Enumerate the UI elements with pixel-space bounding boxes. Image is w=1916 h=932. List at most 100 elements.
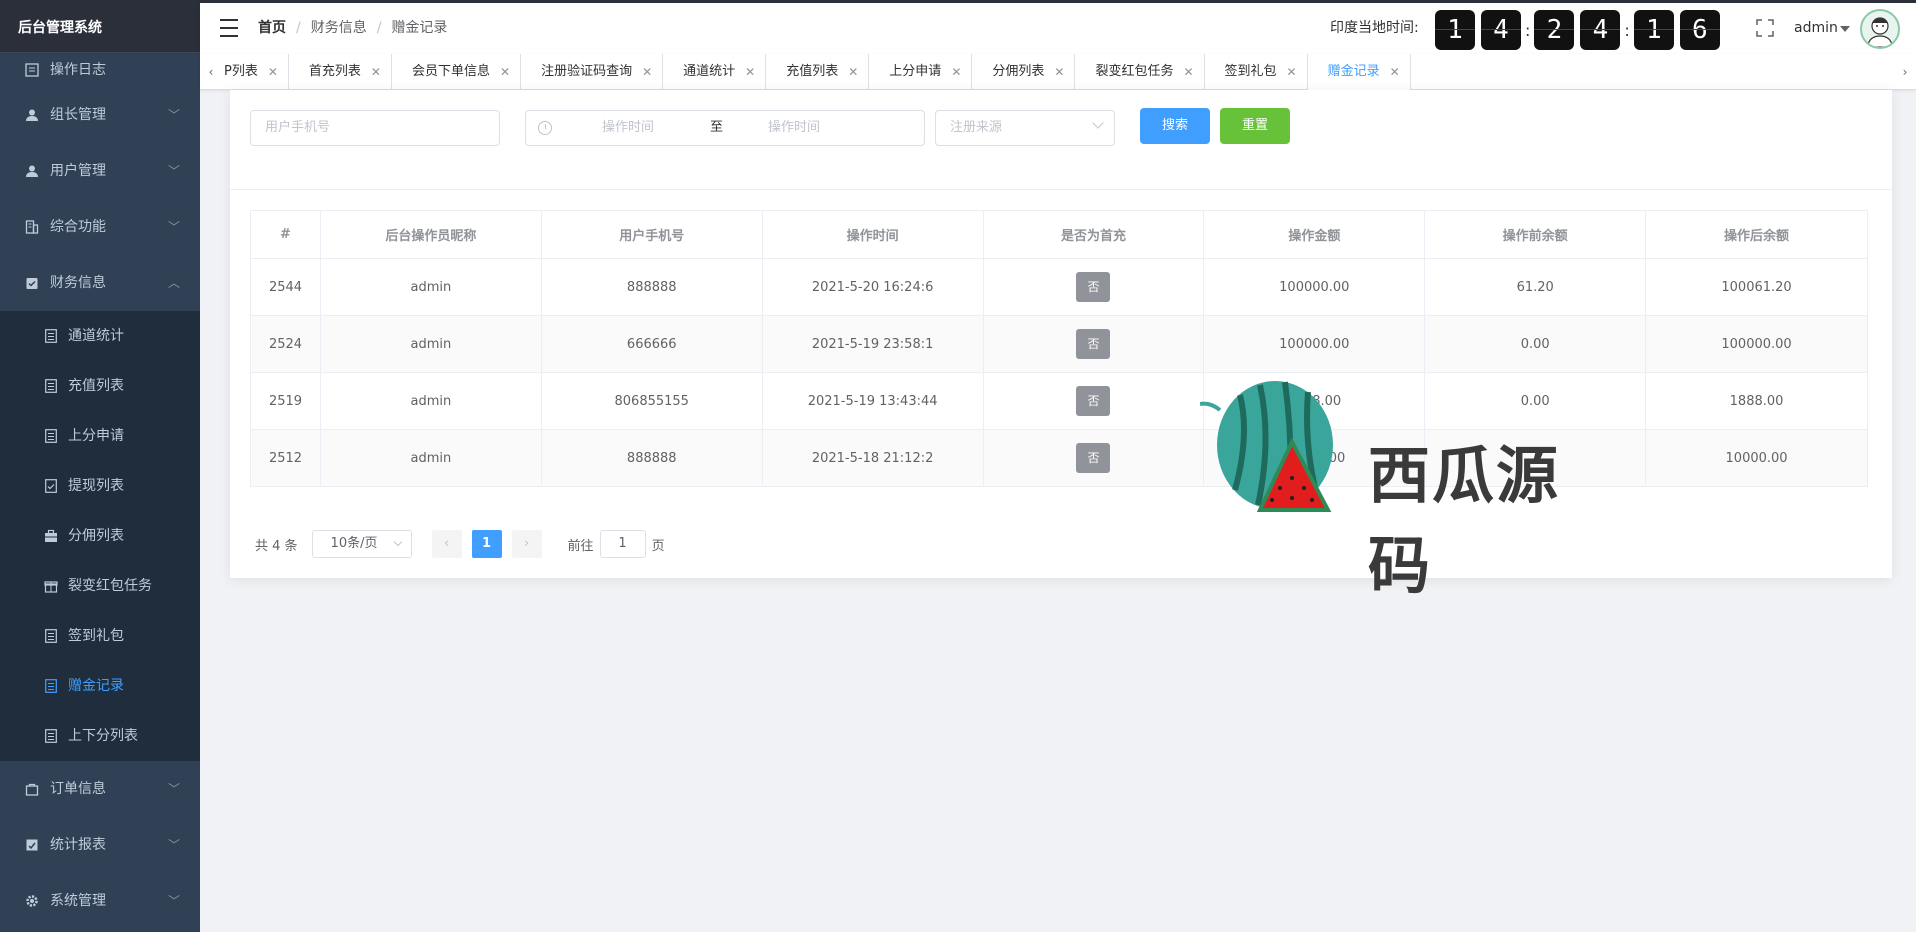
sidebar-item-system[interactable]: 系统管理 ﹀ <box>0 873 200 929</box>
start-time-input[interactable]: 操作时间 <box>602 111 654 145</box>
tabs-scroll-left-icon[interactable]: ‹ <box>200 54 222 90</box>
sidebar-item-finance[interactable]: 财务信息 ︿ <box>0 255 200 311</box>
tab-signin-gift[interactable]: 签到礼包 ✕ <box>1205 54 1308 90</box>
close-icon[interactable]: ✕ <box>951 54 961 90</box>
gear-icon <box>24 893 40 909</box>
hamburger-menu-icon[interactable] <box>220 19 238 37</box>
column-header: 后台操作员昵称 <box>319 210 542 259</box>
tab-p-list[interactable]: P列表 ✕ <box>222 54 289 90</box>
chevron-down-icon: ﹀ <box>167 164 180 178</box>
close-icon[interactable]: ✕ <box>1183 54 1193 90</box>
cell-operator: admin <box>319 258 542 316</box>
sidebar-subitem-channel-stats[interactable]: 通道统计 <box>0 311 200 361</box>
clock-colon: : <box>1525 20 1531 40</box>
tab-channel-stats[interactable]: 通道统计 ✕ <box>663 54 767 90</box>
sidebar-item-label: 统计报表 <box>50 837 106 853</box>
user-icon <box>24 163 40 179</box>
sidebar-item-leader-management[interactable]: 组长管理 ﹀ <box>0 87 200 143</box>
sidebar-subitem-commission-list[interactable]: 分佣列表 <box>0 511 200 561</box>
sidebar-subitem-score-list[interactable]: 上下分列表 <box>0 711 200 761</box>
tab-first-recharge-list[interactable]: 首充列表 ✕ <box>289 54 392 90</box>
reset-button[interactable]: 重置 <box>1220 108 1290 144</box>
sidebar-subitem-red-packet-task[interactable]: 裂变红包任务 <box>0 561 200 611</box>
clock-digit: 2 <box>1534 10 1575 50</box>
sidebar-item-orders[interactable]: 订单信息 ﹀ <box>0 761 200 817</box>
close-icon[interactable]: ✕ <box>371 54 381 90</box>
sidebar-item-label: 系统管理 <box>50 893 106 909</box>
close-icon[interactable]: ✕ <box>268 54 278 90</box>
close-icon[interactable]: ✕ <box>1390 54 1400 90</box>
cell-amount: 100000.00 <box>1203 315 1426 373</box>
log-icon <box>24 62 40 78</box>
close-icon[interactable]: ✕ <box>642 54 652 90</box>
tab-score-apply[interactable]: 上分申请 ✕ <box>869 54 973 90</box>
close-icon[interactable]: ✕ <box>848 54 858 90</box>
tabs-container: P列表 ✕ 首充列表 ✕ 会员下单信息 ✕ 注册验证码查询 ✕ 通道统计 ✕ 充值列表 ✕ … <box>222 54 1894 90</box>
sidebar-subitem-label: 上分申请 <box>68 428 124 444</box>
sidebar-subitem-label: 裂变红包任务 <box>68 578 152 594</box>
tab-red-packet-task[interactable]: 裂变红包任务 ✕ <box>1075 54 1205 90</box>
tabs-scroll-right-icon[interactable]: › <box>1894 54 1916 90</box>
tab-bonus-record[interactable]: 赠金记录 ✕ <box>1307 54 1411 90</box>
column-header: 操作后余额 <box>1645 210 1868 259</box>
chevron-down-icon: ﹀ <box>167 108 180 122</box>
cell-first-recharge: 否 <box>982 315 1205 373</box>
cell-time: 2021-5-19 13:43:44 <box>761 372 984 430</box>
prev-page-button[interactable]: ‹ <box>431 530 462 558</box>
operation-time-range[interactable]: 操作时间 至 操作时间 <box>525 110 925 146</box>
close-icon[interactable]: ✕ <box>500 54 510 90</box>
sidebar-item-operation-log[interactable]: 操作日志 <box>0 53 200 87</box>
breadcrumb-separator: / <box>296 20 301 36</box>
goto-page-input[interactable]: 1 <box>599 530 646 558</box>
close-icon[interactable]: ✕ <box>1287 54 1297 90</box>
cell-id: 2519 <box>250 372 321 430</box>
sidebar-item-label: 组长管理 <box>50 107 106 123</box>
cell-time: 2021-5-19 23:58:1 <box>761 315 984 373</box>
chevron-down-icon: ﹀ <box>167 838 180 852</box>
app-title[interactable]: 后台管理系统 <box>0 3 200 53</box>
briefcase-icon <box>44 528 58 544</box>
chevron-down-icon <box>393 537 402 547</box>
tab-commission-list[interactable]: 分佣列表 ✕ <box>972 54 1076 90</box>
tab-member-orders[interactable]: 会员下单信息 ✕ <box>392 54 522 90</box>
sidebar-subitem-withdraw-list[interactable]: 提现列表 <box>0 461 200 511</box>
clock-digit: 6 <box>1679 10 1720 50</box>
sidebar-item-user-management[interactable]: 用户管理 ﹀ <box>0 143 200 199</box>
table-row: 2544 admin 888888 2021-5-20 16:24:6 否 10… <box>250 258 1868 316</box>
first-recharge-tag: 否 <box>1076 443 1111 473</box>
tab-label: 分佣列表 <box>992 64 1045 79</box>
page-size-select[interactable]: 10条/页 <box>311 530 412 558</box>
caret-down-icon[interactable] <box>1840 26 1850 32</box>
breadcrumb-home[interactable]: 首页 <box>258 3 286 54</box>
close-icon[interactable]: ✕ <box>745 54 755 90</box>
user-name[interactable]: admin <box>1794 3 1838 54</box>
cell-amount: 100000.00 <box>1203 258 1426 316</box>
search-button[interactable]: 搜索 <box>1140 108 1210 144</box>
sidebar-subitem-bonus-record[interactable]: 赠金记录 <box>0 661 200 711</box>
end-time-input[interactable]: 操作时间 <box>768 111 820 145</box>
register-source-select[interactable]: 注册来源 <box>935 110 1115 146</box>
sidebar-item-general[interactable]: 综合功能 ﹀ <box>0 199 200 255</box>
sidebar-subitem-recharge-list[interactable]: 充值列表 <box>0 361 200 411</box>
cell-before: 61.20 <box>1424 258 1647 316</box>
main-card: 用户手机号 操作时间 至 操作时间 注册来源 搜索 重置 # 后台操作员昵称 用… <box>230 90 1892 578</box>
avatar[interactable] <box>1860 9 1900 49</box>
cell-operator: admin <box>319 372 542 430</box>
next-page-button[interactable]: › <box>511 530 542 558</box>
cell-phone: 666666 <box>540 315 763 373</box>
tab-recharge-list[interactable]: 充值列表 ✕ <box>766 54 870 90</box>
column-header: 是否为首充 <box>982 210 1205 259</box>
close-icon[interactable]: ✕ <box>1054 54 1064 90</box>
sidebar-item-stats-report[interactable]: 统计报表 ﹀ <box>0 817 200 873</box>
tab-register-code-query[interactable]: 注册验证码查询 ✕ <box>521 54 664 90</box>
sidebar-subitem-signin-gift[interactable]: 签到礼包 <box>0 611 200 661</box>
fullscreen-icon[interactable] <box>1756 19 1774 37</box>
column-header: # <box>250 210 321 259</box>
phone-input[interactable]: 用户手机号 <box>250 110 500 146</box>
breadcrumb-separator: / <box>376 20 382 36</box>
page-number-button[interactable]: 1 <box>471 530 502 558</box>
breadcrumb: 首页 / 财务信息 / 赠金记录 <box>258 3 447 54</box>
breadcrumb-finance: 财务信息 <box>310 20 367 36</box>
sidebar-subitem-score-apply[interactable]: 上分申请 <box>0 411 200 461</box>
finance-submenu: 通道统计 充值列表 上分申请 提现列表 分佣列表 裂变红包任务 签到礼包 赠金记… <box>0 311 200 761</box>
